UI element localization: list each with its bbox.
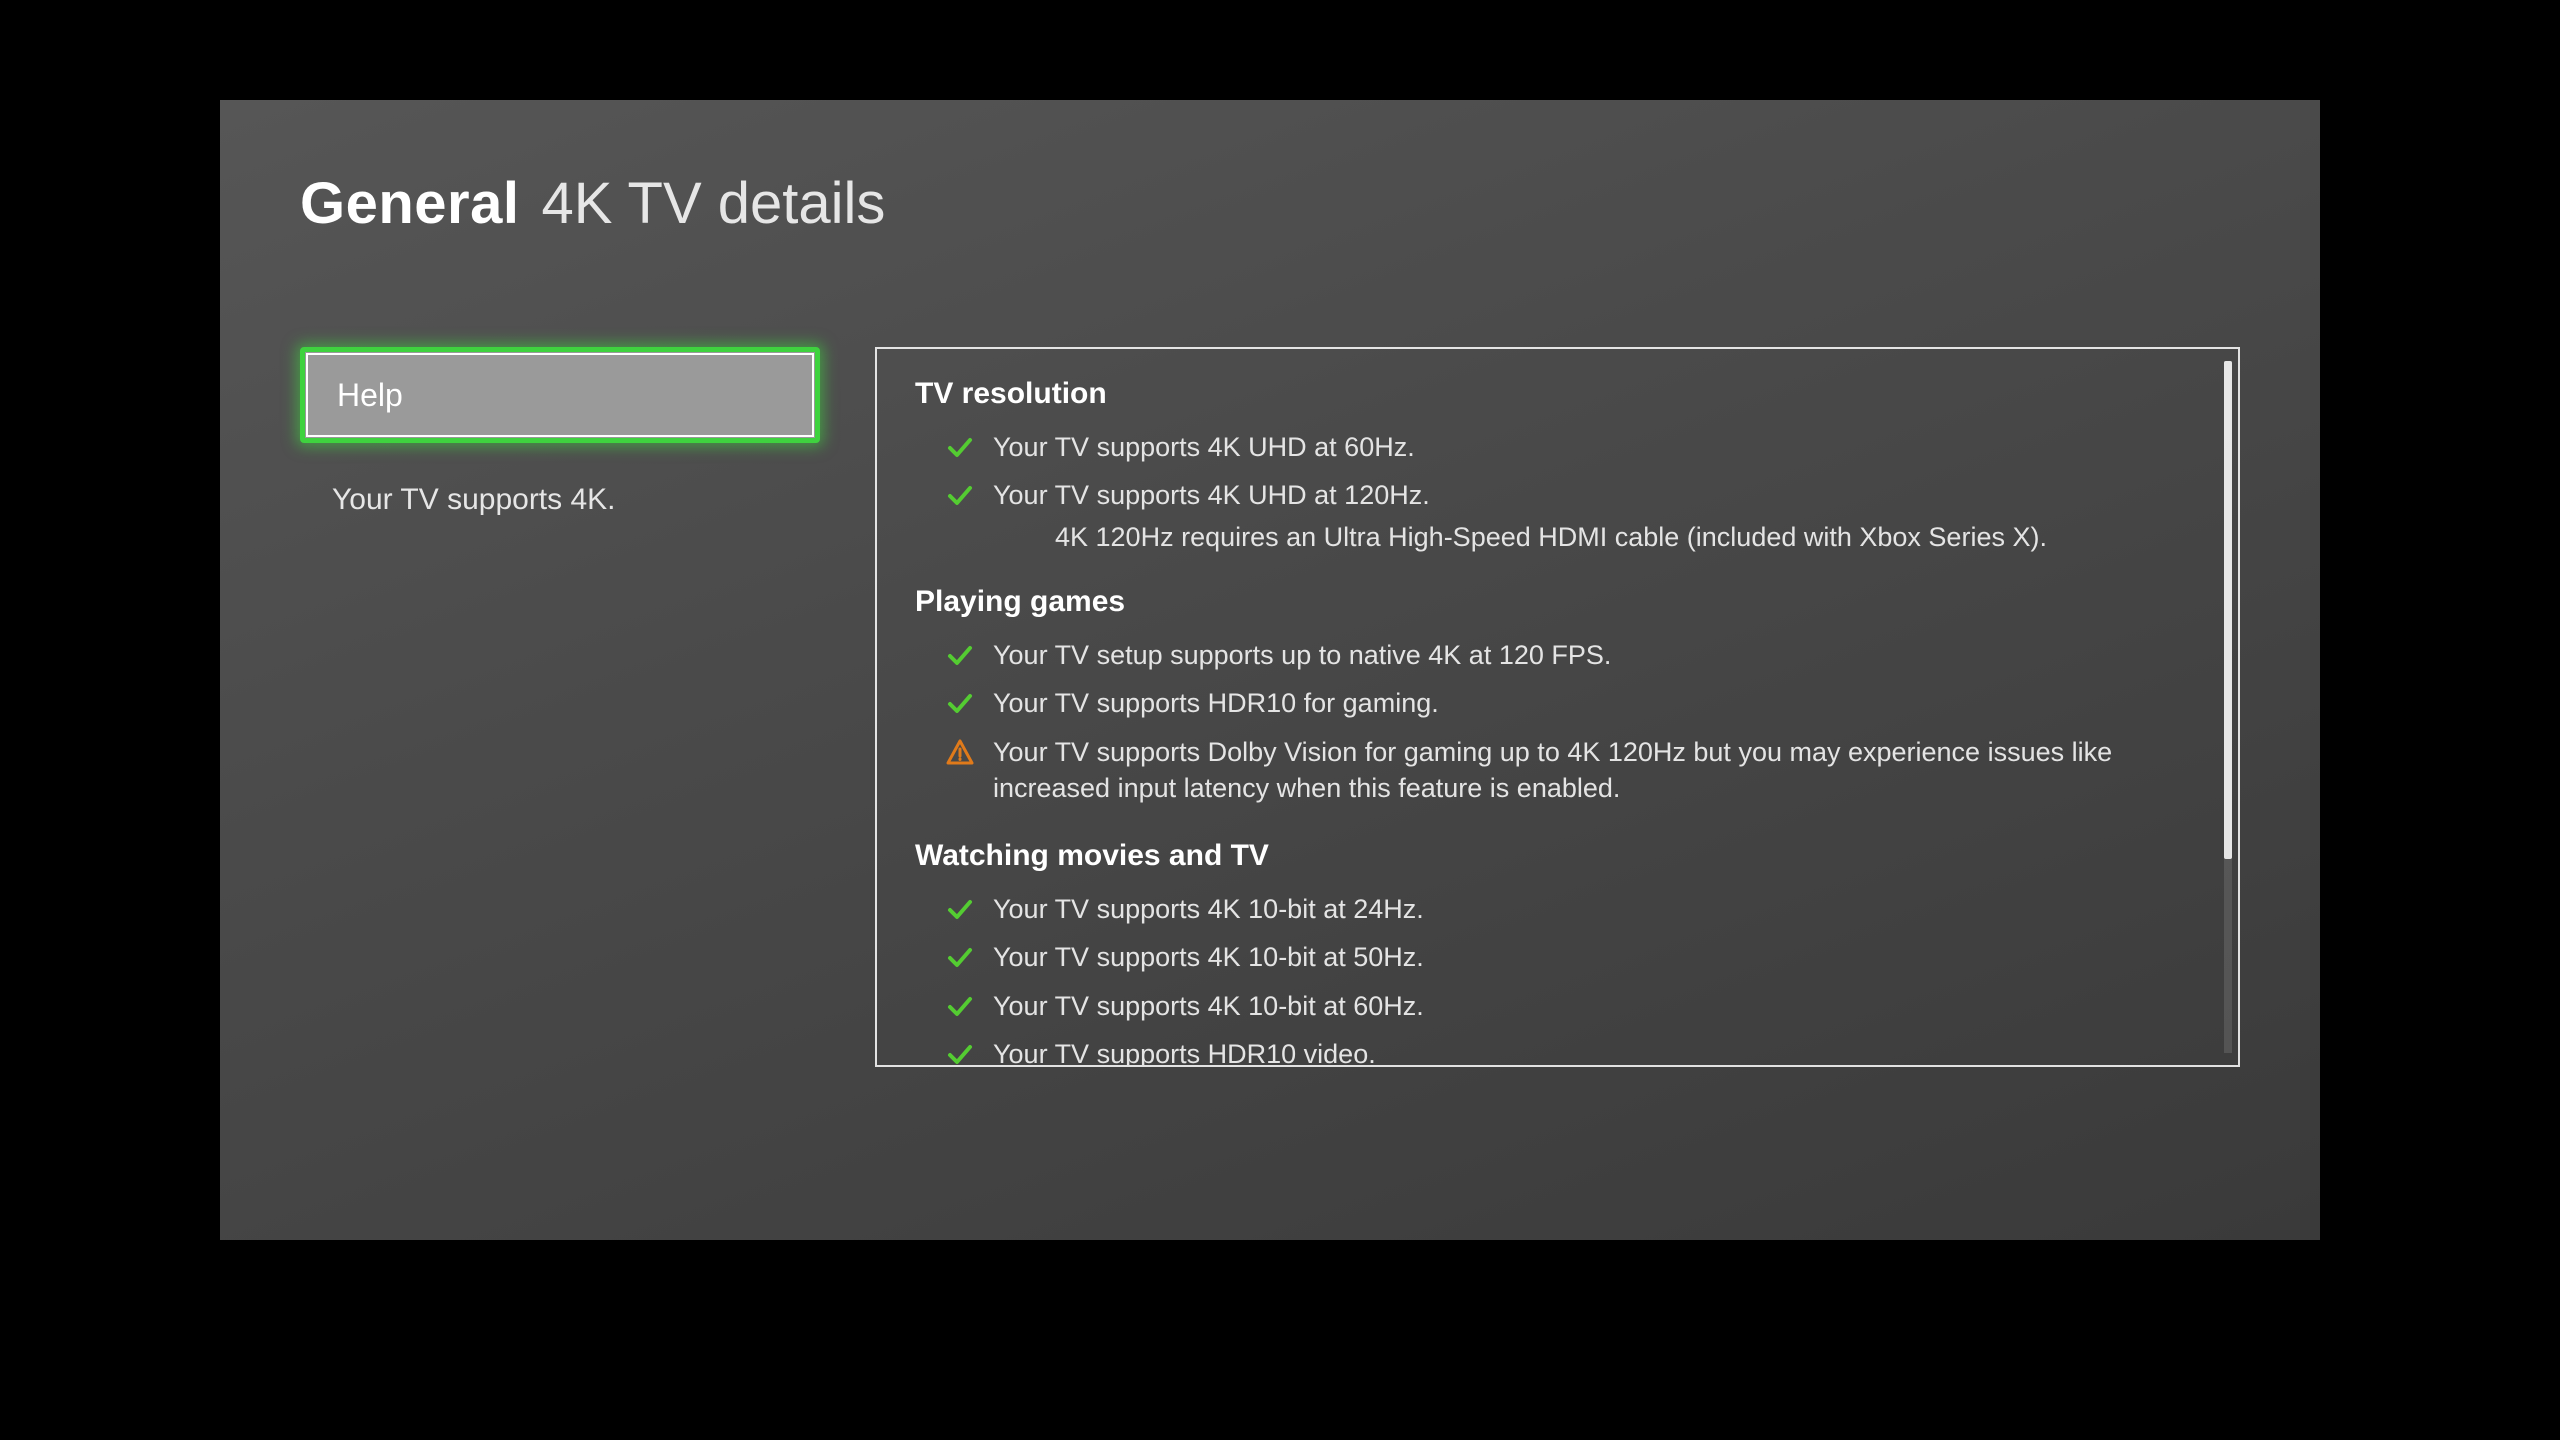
scrollbar-thumb[interactable] xyxy=(2224,361,2232,859)
check-icon xyxy=(946,689,974,717)
capability-row: Your TV supports HDR10 video. xyxy=(915,1030,2200,1067)
capability-text: Your TV supports 4K 10-bit at 24Hz. xyxy=(993,891,1424,927)
status-icon xyxy=(945,1036,975,1067)
capability-note: 4K 120Hz requires an Ultra High-Speed HD… xyxy=(915,520,2200,559)
capability-row: Your TV supports HDR10 for gaming. xyxy=(915,679,2200,727)
status-icon xyxy=(945,891,975,923)
status-icon xyxy=(945,637,975,669)
capability-text: Your TV supports HDR10 for gaming. xyxy=(993,685,1439,721)
section-title: TV resolution xyxy=(915,377,2200,411)
scrollbar[interactable] xyxy=(2224,361,2232,1053)
section-title: Watching movies and TV xyxy=(915,839,2200,873)
tv-support-summary: Your TV supports 4K. xyxy=(300,483,820,517)
left-column: Help Your TV supports 4K. xyxy=(300,347,820,1067)
section-title: Playing games xyxy=(915,585,2200,619)
warning-icon xyxy=(946,738,974,766)
capability-text: Your TV supports 4K UHD at 60Hz. xyxy=(993,429,1415,465)
capability-row: Your TV supports 4K UHD at 120Hz. xyxy=(915,471,2200,519)
capability-row: Your TV setup supports up to native 4K a… xyxy=(915,631,2200,679)
capability-row: Your TV supports 4K 10-bit at 24Hz. xyxy=(915,885,2200,933)
capability-row: Your TV supports 4K 10-bit at 60Hz. xyxy=(915,982,2200,1030)
breadcrumb: General 4K TV details xyxy=(300,170,2240,237)
settings-screen: General 4K TV details Help Your TV suppo… xyxy=(220,100,2320,1240)
check-icon xyxy=(946,1040,974,1067)
status-icon xyxy=(945,939,975,971)
status-icon xyxy=(945,477,975,509)
note-text: 4K 120Hz requires an Ultra High-Speed HD… xyxy=(1055,522,2047,552)
capability-row: Your TV supports 4K 10-bit at 50Hz. xyxy=(915,933,2200,981)
help-button[interactable]: Help xyxy=(300,347,820,443)
capability-text: Your TV supports HDR10 video. xyxy=(993,1036,1376,1067)
capability-row: Your TV supports 4K UHD at 60Hz. xyxy=(915,423,2200,471)
status-icon xyxy=(945,429,975,461)
capability-row: Your TV supports Dolby Vision for gaming… xyxy=(915,728,2200,813)
breadcrumb-root: General xyxy=(300,170,520,237)
status-icon xyxy=(945,734,975,766)
capability-text: Your TV supports 4K 10-bit at 60Hz. xyxy=(993,988,1424,1024)
check-icon xyxy=(946,943,974,971)
content-row: Help Your TV supports 4K. TV resolution Y… xyxy=(300,347,2240,1067)
status-icon xyxy=(945,685,975,717)
check-icon xyxy=(946,641,974,669)
check-icon xyxy=(946,481,974,509)
capability-text: Your TV supports 4K UHD at 120Hz. xyxy=(993,477,1430,513)
capability-text: Your TV supports Dolby Vision for gaming… xyxy=(993,734,2193,807)
details-panel[interactable]: TV resolution Your TV supports 4K UHD at … xyxy=(875,347,2240,1067)
page-title: 4K TV details xyxy=(542,170,886,237)
status-icon xyxy=(945,988,975,1020)
help-button-label: Help xyxy=(337,377,403,414)
check-icon xyxy=(946,992,974,1020)
capability-text: Your TV supports 4K 10-bit at 50Hz. xyxy=(993,939,1424,975)
capability-text: Your TV setup supports up to native 4K a… xyxy=(993,637,1611,673)
check-icon xyxy=(946,895,974,923)
check-icon xyxy=(946,433,974,461)
